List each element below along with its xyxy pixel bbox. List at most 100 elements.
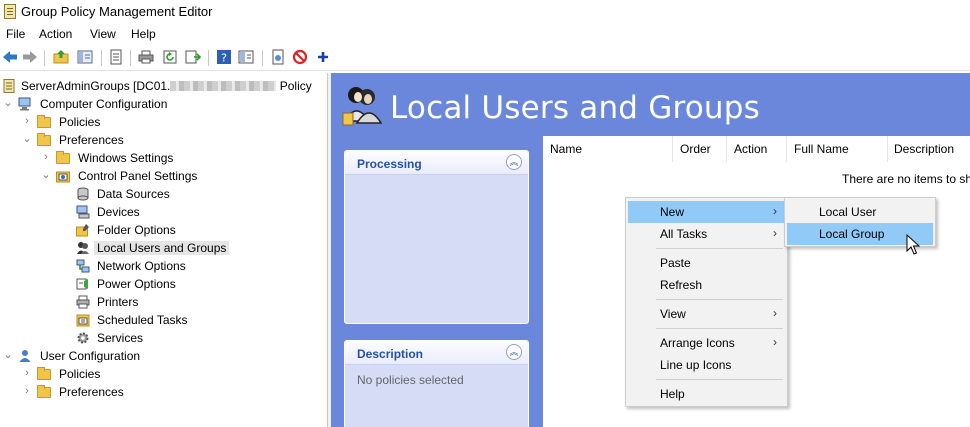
toolbar: ?	[0, 45, 970, 71]
menu-item-label: Local User	[819, 205, 877, 219]
column-divider[interactable]	[887, 136, 888, 162]
submenu-arrow-icon: ›	[773, 204, 777, 218]
title-bar: Group Policy Management Editor	[0, 0, 970, 24]
column-header-order[interactable]: Order	[680, 142, 711, 156]
submenu-arrow-icon: ›	[773, 306, 777, 320]
users-group-icon	[77, 242, 89, 254]
menu-item-new[interactable]: New ›	[628, 201, 785, 223]
tree-item-local-users-and-groups[interactable]: Local Users and Groups	[0, 239, 300, 257]
tree-label: Scheduled Tasks	[97, 313, 188, 327]
column-header-name[interactable]: Name	[550, 142, 582, 156]
policy-document-icon	[3, 79, 15, 93]
tree-item-data-sources[interactable]: Data Sources	[0, 185, 300, 203]
chevron-right-icon[interactable]: ›	[22, 385, 32, 397]
printers-icon	[76, 295, 90, 309]
menu-item-paste[interactable]: Paste	[628, 252, 785, 274]
collapse-chevron-icon[interactable]: ︽	[506, 154, 522, 170]
column-divider[interactable]	[726, 136, 727, 162]
chevron-down-icon[interactable]: ⌄	[41, 169, 51, 181]
back-arrow-icon[interactable]	[2, 49, 18, 65]
tree-item-control-panel-settings[interactable]: ⌄ Control Panel Settings	[0, 167, 300, 185]
column-header-description[interactable]: Description	[894, 142, 954, 156]
submenu-arrow-icon: ›	[773, 226, 777, 240]
tree-item-computer-configuration[interactable]: ⌄ Computer Configuration	[0, 95, 300, 113]
tree-label: Preferences	[59, 385, 124, 399]
tree-item-root-gpo[interactable]: ServerAdminGroups [DC01. Policy	[0, 77, 327, 95]
toolbar-separator	[130, 50, 131, 66]
menu-item-line-up-icons[interactable]: Line up Icons	[628, 354, 785, 376]
menu-item-view[interactable]: View ›	[628, 303, 785, 325]
menu-item-arrange-icons[interactable]: Arrange Icons ›	[628, 332, 785, 354]
tree-label: Network Options	[97, 259, 186, 273]
window-title: Group Policy Management Editor	[21, 4, 213, 19]
chevron-down-icon[interactable]: ⌄	[22, 133, 32, 145]
tree-label: Services	[97, 331, 144, 345]
menu-action[interactable]: Action	[39, 27, 72, 41]
menu-separator	[656, 328, 783, 329]
chevron-down-icon[interactable]: ⌄	[3, 97, 13, 109]
tree-item-folder-options[interactable]: Folder Options	[0, 221, 300, 239]
collapse-chevron-icon[interactable]: ︽	[506, 344, 522, 360]
export-list-icon[interactable]	[185, 49, 201, 65]
services-gear-icon	[77, 332, 89, 344]
chevron-right-icon[interactable]: ›	[22, 115, 32, 127]
menu-item-all-tasks[interactable]: All Tasks ›	[628, 223, 785, 245]
menu-separator	[656, 379, 783, 380]
menu-item-local-user[interactable]: Local User	[787, 201, 933, 223]
menu-item-refresh[interactable]: Refresh	[628, 274, 785, 296]
tree-item-computer-policies[interactable]: › Policies	[0, 113, 300, 131]
folder-icon	[37, 133, 51, 146]
help-topics-icon[interactable]	[238, 49, 254, 65]
menu-item-label: Arrange Icons	[660, 336, 735, 350]
description-panel-header[interactable]: Description ︽	[345, 341, 528, 365]
chevron-right-icon[interactable]: ›	[41, 151, 51, 163]
processing-panel-header[interactable]: Processing ︽	[345, 151, 528, 175]
add-icon[interactable]	[315, 49, 331, 65]
toolbar-separator	[44, 50, 45, 66]
tree-item-windows-settings[interactable]: › Windows Settings	[0, 149, 300, 167]
tree-label: Windows Settings	[78, 151, 174, 165]
tree-root-label-start: ServerAdminGroups [DC01.	[21, 79, 171, 93]
tree-item-user-preferences[interactable]: › Preferences	[0, 383, 300, 401]
toolbar-separator	[262, 50, 263, 66]
new-item-icon[interactable]	[270, 49, 286, 65]
tree-item-user-policies[interactable]: › Policies	[0, 365, 300, 383]
menu-help[interactable]: Help	[131, 27, 156, 41]
tree-label: User Configuration	[40, 349, 141, 363]
forward-arrow-icon[interactable]	[22, 49, 38, 65]
disable-icon[interactable]	[292, 49, 308, 65]
context-menu: New › All Tasks › Paste Refresh View › A…	[625, 197, 788, 407]
description-panel: Description ︽ No policies selected	[344, 340, 529, 427]
tree-item-user-configuration[interactable]: ⌄ User Configuration	[0, 347, 300, 365]
tree-item-network-options[interactable]: Network Options	[0, 257, 300, 275]
column-header-full-name[interactable]: Full Name	[794, 142, 849, 156]
description-text: No policies selected	[357, 373, 464, 387]
menu-item-help[interactable]: Help	[628, 383, 785, 405]
show-hide-tree-icon[interactable]	[77, 49, 93, 65]
column-header-action[interactable]: Action	[734, 142, 767, 156]
tree-label: Data Sources	[97, 187, 170, 201]
help-icon[interactable]: ?	[216, 49, 232, 65]
column-divider[interactable]	[672, 136, 673, 162]
menu-view[interactable]: View	[90, 27, 116, 41]
tree-item-computer-preferences[interactable]: ⌄ Preferences	[0, 131, 300, 149]
tree-label: Devices	[97, 205, 140, 219]
tree-root-label-end: Policy	[276, 79, 312, 93]
print-icon[interactable]	[138, 49, 154, 65]
tree-item-power-options[interactable]: Power Options	[0, 275, 300, 293]
tree-label: Policies	[59, 367, 101, 381]
column-divider[interactable]	[786, 136, 787, 162]
menu-file[interactable]: File	[6, 27, 25, 41]
refresh-icon[interactable]	[162, 49, 178, 65]
tree-item-devices[interactable]: Devices	[0, 203, 300, 221]
properties-icon[interactable]	[108, 49, 124, 65]
up-folder-icon[interactable]	[53, 49, 69, 65]
chevron-right-icon[interactable]: ›	[22, 367, 32, 379]
redacted-domain	[170, 81, 277, 91]
tree-item-services[interactable]: Services	[0, 329, 300, 347]
chevron-down-icon[interactable]: ⌄	[3, 349, 13, 361]
tree-item-printers[interactable]: Printers	[0, 293, 300, 311]
console-tree: ServerAdminGroups [DC01. Policy ⌄ Comput…	[0, 73, 328, 427]
tree-item-scheduled-tasks[interactable]: Scheduled Tasks	[0, 311, 300, 329]
scheduled-tasks-icon	[76, 314, 90, 327]
